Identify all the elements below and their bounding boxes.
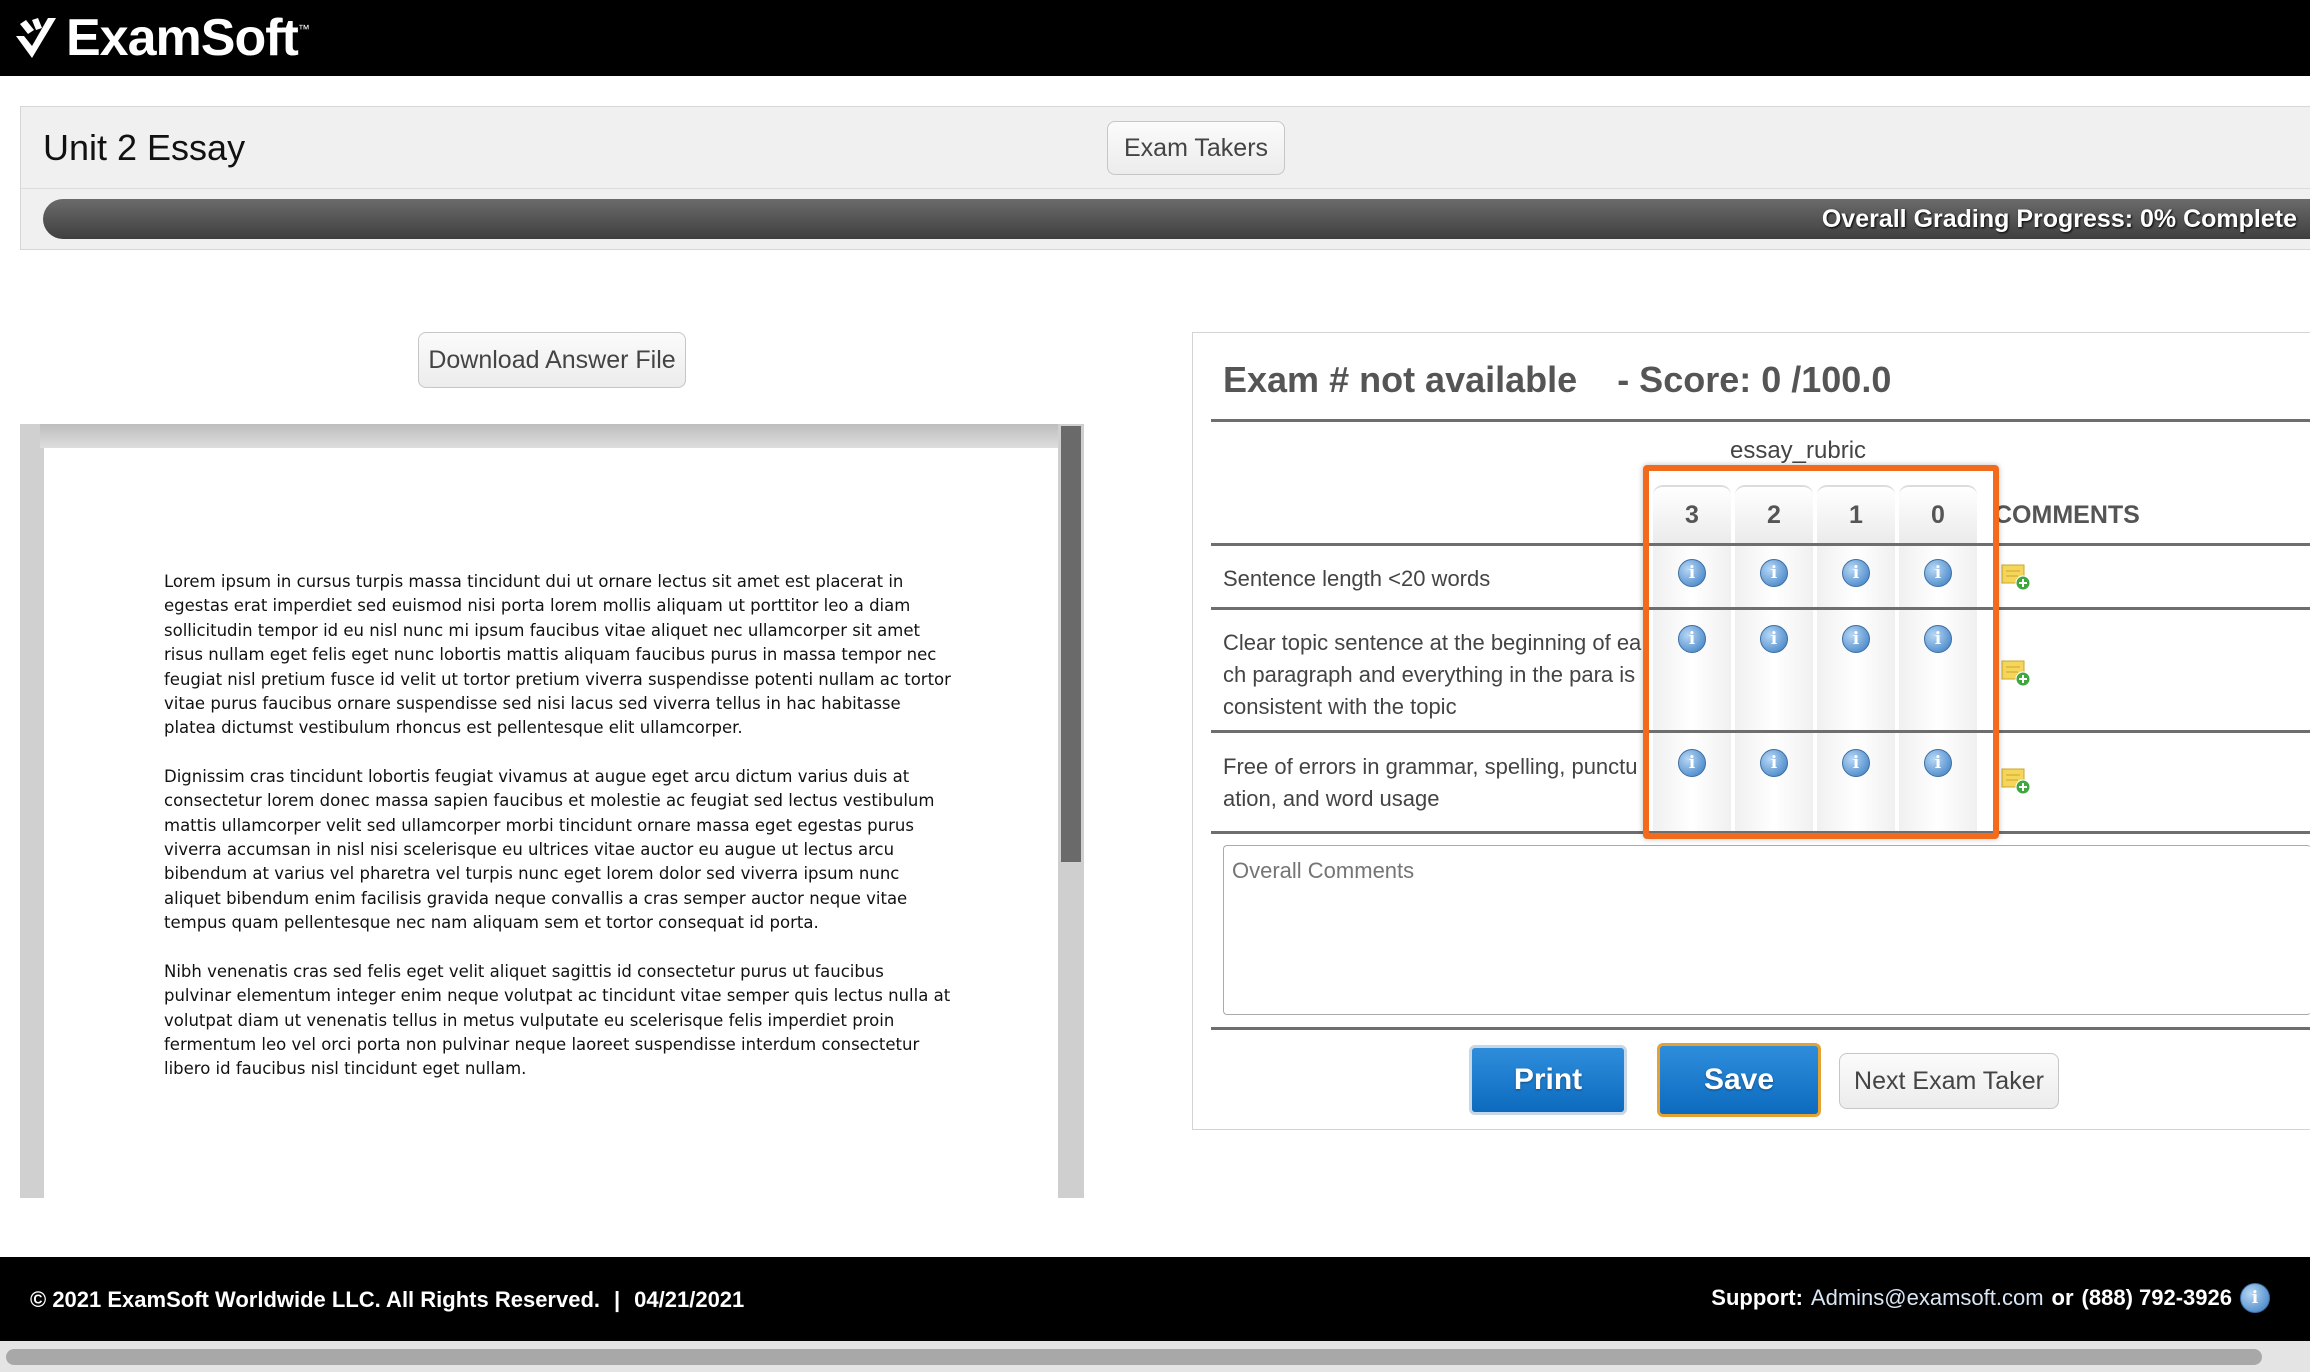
document-top-shade xyxy=(40,424,1078,448)
document-scrollbar-thumb[interactable] xyxy=(1061,426,1081,862)
download-answer-file-button[interactable]: Download Answer File xyxy=(418,332,686,388)
answer-paragraph: Dignissim cras tincidunt lobortis feugia… xyxy=(164,766,935,933)
copyright-text: © 2021 ExamSoft Worldwide LLC. All Right… xyxy=(30,1287,601,1312)
print-button[interactable]: Print xyxy=(1469,1045,1627,1115)
add-comment-icon[interactable] xyxy=(2001,767,2031,795)
exam-header-top: Unit 2 Essay Exam Takers xyxy=(21,107,2310,189)
page-horizontal-scrollbar-thumb[interactable] xyxy=(6,1349,2262,1365)
score-title: Exam # not available - Score: 0 /100.0 xyxy=(1223,359,1891,401)
document-page: Lorem ipsum in cursus turpis massa tinci… xyxy=(44,448,1078,1198)
footer-separator: | xyxy=(614,1287,621,1312)
exam-number-label: Exam # not available xyxy=(1223,359,1578,400)
footer: © 2021 ExamSoft Worldwide LLC. All Right… xyxy=(0,1257,2310,1341)
criterion-label: Clear topic sentence at the beginning of… xyxy=(1223,630,1642,719)
rubric-highlight-box xyxy=(1643,465,1999,839)
examsoft-logo[interactable]: ExamSoft ™ xyxy=(12,10,310,66)
add-comment-icon[interactable] xyxy=(2001,659,2031,687)
criterion-label: Sentence length <20 words xyxy=(1223,566,1491,591)
trademark: ™ xyxy=(297,22,310,36)
answer-text: Lorem ipsum in cursus turpis massa tinci… xyxy=(164,570,954,1106)
grading-progress-label: Overall Grading Progress: 0% Complete xyxy=(1821,205,2297,233)
grading-progress-bar: Overall Grading Progress: 0% Complete xyxy=(43,199,2310,239)
support-block: Support: Admins@examsoft.com or (888) 79… xyxy=(1711,1283,2270,1313)
support-label: Support: xyxy=(1711,1285,1803,1310)
save-button[interactable]: Save xyxy=(1657,1043,1821,1117)
support-or: or xyxy=(2051,1285,2074,1310)
overall-comments-field[interactable] xyxy=(1223,845,2310,1015)
rubric-name: essay_rubric xyxy=(1729,437,1867,464)
criterion-label: Free of errors in grammar, spelling, pun… xyxy=(1223,754,1638,811)
brand-name: ExamSoft xyxy=(66,9,299,67)
grading-panel: Exam # not available - Score: 0 /100.0 e… xyxy=(1192,332,2310,1130)
page-horizontal-scrollbar[interactable] xyxy=(0,1341,2310,1372)
support-email-link[interactable]: Admins@examsoft.com xyxy=(1811,1285,2044,1311)
answer-document-viewer[interactable]: Lorem ipsum in cursus turpis massa tinci… xyxy=(20,424,1084,1198)
add-comment-icon[interactable] xyxy=(2001,563,2031,591)
exam-takers-button[interactable]: Exam Takers xyxy=(1107,121,1285,175)
next-exam-taker-button[interactable]: Next Exam Taker xyxy=(1839,1053,2059,1109)
answer-paragraph: Nibh venenatis cras sed felis eget velit… xyxy=(164,961,951,1079)
divider xyxy=(1211,1027,2310,1030)
support-phone: (888) 792-3926 xyxy=(2081,1285,2232,1310)
footer-copyright-block: © 2021 ExamSoft Worldwide LLC. All Right… xyxy=(30,1287,744,1313)
support-info-icon[interactable]: i xyxy=(2240,1283,2270,1313)
exam-header-panel: Unit 2 Essay Exam Takers Overall Grading… xyxy=(20,106,2310,250)
top-bar: ExamSoft ™ xyxy=(0,0,2310,76)
document-scrollbar[interactable] xyxy=(1058,424,1084,1198)
examsoft-logo-icon xyxy=(16,18,56,58)
answer-paragraph: Lorem ipsum in cursus turpis massa tinci… xyxy=(164,572,951,738)
footer-date: 04/21/2021 xyxy=(634,1287,745,1312)
exam-title: Unit 2 Essay xyxy=(43,127,246,168)
comments-column-header: COMMENTS xyxy=(1994,501,2140,529)
divider xyxy=(1211,419,2310,422)
score-label: - Score: 0 /100.0 xyxy=(1617,359,1892,400)
